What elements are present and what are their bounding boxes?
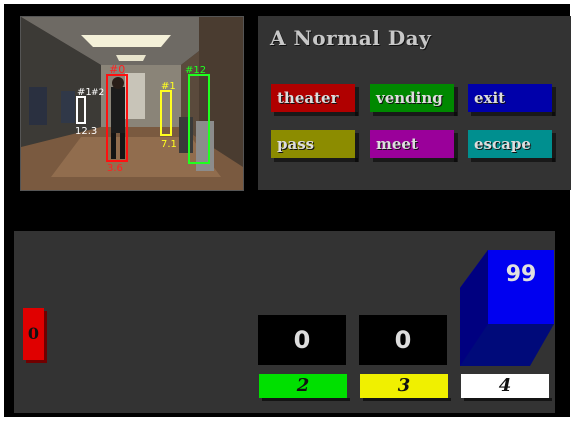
escape-button[interactable]: escape [468,130,556,162]
track-label-extra: #2 [91,88,104,98]
meet-button[interactable]: meet [370,130,458,162]
green-track-label: 2 [259,374,350,401]
yellow-track-label: 3 [360,374,451,401]
track-sublabel-yellow: 7.1 [161,139,177,150]
surveillance-scene: #0 #1 #1 #12 12.3 3.6 7.1 #2 [21,17,243,190]
event-panel: A Normal Day theater vending exit pass m… [258,16,571,190]
track-sublabel-red: 3.6 [107,163,123,174]
vending-button[interactable]: vending [370,84,458,116]
camera-video-feed: #0 #1 #1 #12 12.3 3.6 7.1 #2 [20,16,244,191]
pass-button[interactable]: pass [271,130,359,162]
track-label-green: #12 [185,65,206,76]
track-label-red: #0 [109,63,125,76]
white-track-count: 99 [505,262,537,287]
exit-button[interactable]: exit [468,84,556,116]
yellow-track-count: 0 [359,315,447,365]
theater-button[interactable]: theater [271,84,359,116]
track-label-white: #1 [77,87,92,98]
red-track-counter: 0 [23,308,44,360]
scenario-title: A Normal Day [270,26,432,50]
green-track-count: 0 [258,315,346,365]
track-label-yellow: #1 [161,81,176,92]
white-track-label: 4 [461,374,552,401]
track-sublabel-white: 12.3 [75,126,97,137]
